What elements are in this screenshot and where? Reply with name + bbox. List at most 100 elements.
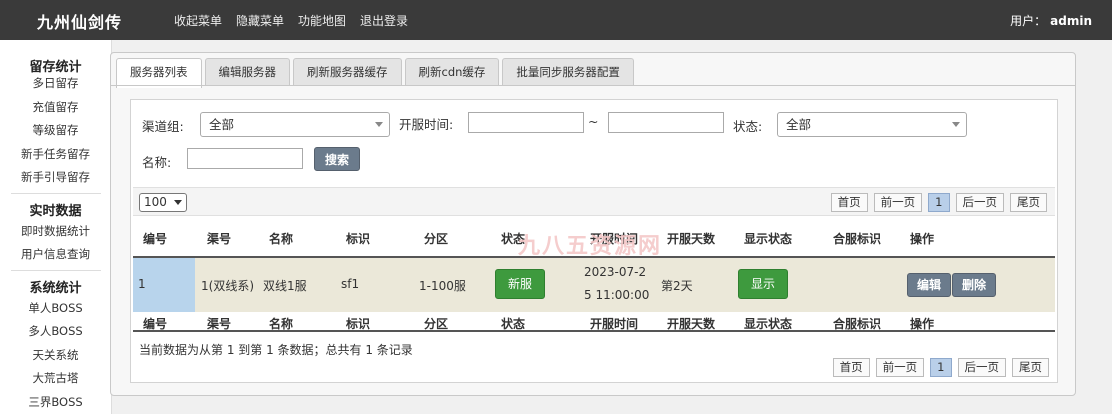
- user-label: 用户：: [1010, 14, 1047, 28]
- tab-refresh-cdn-cache[interactable]: 刷新cdn缓存: [404, 58, 500, 85]
- col-channel[interactable]: 渠号: [207, 230, 231, 247]
- nav-collapse-menu[interactable]: 收起菜单: [174, 12, 222, 29]
- cell-name: 双线1服: [263, 279, 307, 293]
- user-info: 用户： admin: [1010, 12, 1092, 29]
- prev-page-button[interactable]: 前一页: [875, 358, 925, 377]
- page-size-select[interactable]: 100: [139, 193, 187, 212]
- app-logo: 九州仙剑传: [37, 13, 123, 32]
- top-nav: 收起菜单 隐藏菜单 功能地图 退出登录: [174, 12, 408, 29]
- col-display-status: 显示状态: [744, 317, 793, 331]
- cell-open-time-line1: 2023-07-2: [584, 265, 647, 279]
- sidebar-item-recharge-retention[interactable]: 充值留存: [0, 96, 111, 120]
- prev-page-button[interactable]: 前一页: [873, 193, 923, 212]
- sidebar-group-title: 系统统计: [29, 280, 82, 296]
- sidebar-item-level-retention[interactable]: 等级留存: [0, 119, 111, 143]
- col-id[interactable]: 编号: [143, 230, 167, 247]
- sidebar-group-title: 实时数据: [29, 203, 82, 219]
- current-page-button[interactable]: 1: [930, 358, 952, 377]
- sidebar-group-title: 留存统计: [29, 60, 82, 75]
- next-page-button[interactable]: 后一页: [957, 358, 1006, 377]
- pager-top: 首页 前一页 1 后一页 尾页: [830, 193, 1047, 212]
- username: admin: [1050, 14, 1092, 28]
- name-label: 名称:: [142, 155, 172, 170]
- col-status: 状态: [501, 317, 526, 331]
- tab-server-list[interactable]: 服务器列表: [116, 58, 202, 88]
- sidebar-item-multi-boss[interactable]: 多人BOSS: [0, 320, 111, 344]
- cell-id: 1: [138, 277, 146, 291]
- pager-bottom: 首页 前一页 1 后一页 尾页: [832, 358, 1049, 377]
- col-merge-tag[interactable]: 合服标识: [833, 230, 881, 247]
- col-id: 编号: [143, 317, 168, 331]
- sidebar-item-single-boss[interactable]: 单人BOSS: [0, 297, 111, 321]
- first-page-button[interactable]: 首页: [832, 358, 870, 377]
- col-actions[interactable]: 操作: [910, 230, 934, 247]
- status-label: 状态:: [733, 119, 763, 134]
- channel-group-label: 渠道组:: [142, 119, 184, 134]
- sidebar-item-newbie-task-retention[interactable]: 新手任务留存: [0, 143, 111, 167]
- nav-logout[interactable]: 退出登录: [360, 12, 408, 29]
- channel-group-value: 全部: [209, 117, 235, 132]
- status-new-button[interactable]: 新服: [495, 269, 546, 299]
- search-button[interactable]: 搜索: [314, 147, 361, 171]
- nav-function-map[interactable]: 功能地图: [298, 12, 346, 29]
- first-page-button[interactable]: 首页: [830, 193, 868, 212]
- sidebar-item-dahuang-tower[interactable]: 大荒古塔: [0, 367, 111, 391]
- nav-hide-menu[interactable]: 隐藏菜单: [236, 12, 284, 29]
- col-open-time: 开服时间: [590, 317, 639, 331]
- cell-open-days: 第2天: [661, 279, 693, 293]
- sidebar-item-user-query[interactable]: 用户信息查询: [0, 243, 111, 267]
- col-tag[interactable]: 标识: [346, 230, 370, 247]
- chevron-down-icon: [174, 200, 182, 205]
- cell-open-time-line2: 5 11:00:00: [584, 288, 650, 302]
- delete-button[interactable]: 删除: [952, 273, 997, 297]
- tab-refresh-server-cache[interactable]: 刷新服务器缓存: [293, 58, 402, 85]
- record-summary: 当前数据为从第 1 到第 1 条数据；总共有 1 条记录: [139, 343, 413, 357]
- cell-channel: 1(双线系): [201, 279, 254, 293]
- sidebar-item-tianguan[interactable]: 天关系统: [0, 344, 111, 368]
- tab-batch-sync-config[interactable]: 批量同步服务器配置: [502, 58, 634, 85]
- status-select[interactable]: 全部: [777, 112, 967, 137]
- tab-bar: 服务器列表 编辑服务器 刷新服务器缓存 刷新cdn缓存 批量同步服务器配置: [116, 58, 634, 88]
- sidebar-item-newbie-guide-retention[interactable]: 新手引导留存: [0, 166, 111, 190]
- open-time-label: 开服时间:: [399, 117, 454, 132]
- table-row[interactable]: 1 1(双线系) 双线1服 sf1 1-100服 新服 2023-07-2 5 …: [133, 256, 1055, 312]
- pagination-toolbar-top: 100 首页 前一页 1 后一页 尾页: [133, 187, 1055, 216]
- last-page-button[interactable]: 尾页: [1012, 358, 1049, 377]
- col-actions: 操作: [910, 317, 935, 331]
- col-zone: 分区: [424, 317, 449, 331]
- cell-tag: sf1: [341, 277, 360, 291]
- sidebar-item-multi-day-retention[interactable]: 多日留存: [0, 72, 111, 96]
- col-open-days[interactable]: 开服天数: [667, 230, 715, 247]
- sidebar-group-retention: 留存统计 多日留存 充值留存 等级留存 新手任务留存 新手引导留存: [0, 40, 111, 194]
- next-page-button[interactable]: 后一页: [955, 193, 1004, 212]
- col-merge-tag: 合服标识: [833, 317, 882, 331]
- open-time-start-input[interactable]: [468, 112, 584, 133]
- sidebar: 留存统计 多日留存 充值留存 等级留存 新手任务留存 新手引导留存 实时数据 即…: [0, 40, 112, 414]
- col-name[interactable]: 名称: [269, 230, 293, 247]
- col-display-status[interactable]: 显示状态: [744, 230, 792, 247]
- edit-button[interactable]: 编辑: [907, 273, 952, 297]
- name-input[interactable]: [187, 148, 303, 169]
- tab-divider: [111, 85, 1075, 86]
- tab-edit-server[interactable]: 编辑服务器: [204, 58, 290, 85]
- current-page-button[interactable]: 1: [928, 193, 950, 212]
- table-footer-header: 编号 渠号 名称 标识 分区 状态 开服时间 开服天数 显示状态 合服标识 操作: [133, 312, 1055, 332]
- range-separator: ~: [588, 114, 599, 129]
- sidebar-item-realtime-stats[interactable]: 即时数据统计: [0, 220, 111, 244]
- col-tag: 标识: [346, 317, 371, 331]
- col-zone[interactable]: 分区: [424, 230, 448, 247]
- col-name: 名称: [269, 317, 294, 331]
- display-status-button[interactable]: 显示: [738, 269, 789, 299]
- col-open-days: 开服天数: [667, 317, 716, 331]
- last-page-button[interactable]: 尾页: [1010, 193, 1047, 212]
- site-watermark: 九八五资源网: [518, 234, 663, 259]
- page-size-value: 100: [144, 195, 167, 209]
- col-channel: 渠号: [207, 317, 232, 331]
- open-time-end-input[interactable]: [608, 112, 724, 133]
- sidebar-group-realtime: 实时数据 即时数据统计 用户信息查询: [0, 194, 111, 271]
- channel-group-select[interactable]: 全部: [200, 112, 390, 137]
- status-value: 全部: [786, 117, 812, 132]
- cell-zone: 1-100服: [419, 279, 466, 293]
- sidebar-item-sanjie-boss[interactable]: 三界BOSS: [0, 391, 111, 414]
- sidebar-group-system: 系统统计 单人BOSS 多人BOSS 天关系统 大荒古塔 三界BOSS: [0, 271, 111, 414]
